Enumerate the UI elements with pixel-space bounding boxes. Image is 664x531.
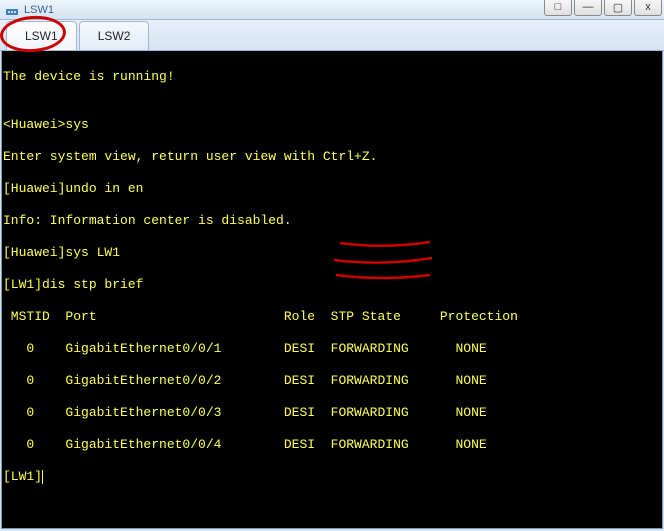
- term-line: MSTID Port Role STP State Protection: [3, 309, 661, 325]
- term-line: 0 GigabitEthernet0/0/4 DESI FORWARDING N…: [3, 437, 661, 453]
- minimize-button[interactable]: —: [574, 0, 602, 16]
- tab-bar: LSW1 LSW2: [0, 20, 664, 51]
- tab-lsw1[interactable]: LSW1: [6, 21, 77, 50]
- maximize-button[interactable]: ▢: [604, 0, 632, 16]
- term-line: Info: Information center is disabled.: [3, 213, 661, 229]
- term-line: [LW1]dis stp brief: [3, 277, 661, 293]
- term-line: [Huawei]undo in en: [3, 181, 661, 197]
- term-line: 0 GigabitEthernet0/0/1 DESI FORWARDING N…: [3, 341, 661, 357]
- window-controls: □ — ▢ x: [544, 0, 662, 16]
- term-line: The device is running!: [3, 69, 661, 85]
- term-line: 0 GigabitEthernet0/0/2 DESI FORWARDING N…: [3, 373, 661, 389]
- close-button[interactable]: x: [634, 0, 662, 16]
- cursor: [42, 470, 43, 484]
- prompt-text: [LW1]: [3, 469, 42, 484]
- term-line: 0 GigabitEthernet0/0/3 DESI FORWARDING N…: [3, 405, 661, 421]
- extra-button[interactable]: □: [544, 0, 572, 16]
- title-bar: LSW1 □ — ▢ x: [0, 0, 664, 20]
- term-prompt: [LW1]: [3, 469, 661, 485]
- window-title: LSW1: [24, 4, 54, 16]
- terminal[interactable]: The device is running! <Huawei>sys Enter…: [1, 51, 663, 529]
- term-line: [Huawei]sys LW1: [3, 245, 661, 261]
- term-line: Enter system view, return user view with…: [3, 149, 661, 165]
- app-icon: [4, 2, 20, 18]
- term-line: <Huawei>sys: [3, 117, 661, 133]
- tab-lsw2[interactable]: LSW2: [79, 21, 150, 50]
